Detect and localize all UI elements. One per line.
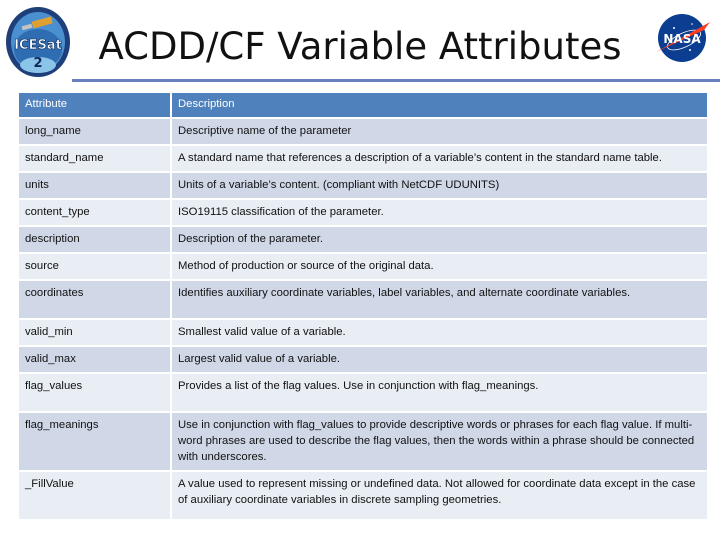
attribute-cell: long_name <box>17 117 172 146</box>
table-row: description Description of the parameter… <box>17 225 709 254</box>
svg-text:2: 2 <box>33 56 42 71</box>
title-divider <box>72 79 720 82</box>
table-row: standard_name A standard name that refer… <box>17 144 709 173</box>
description-cell: Smallest valid value of a variable. <box>170 318 709 347</box>
icesat2-logo: ICESat 2 <box>6 7 70 77</box>
table-header-row: Attribute Description <box>17 91 709 119</box>
attribute-cell: valid_max <box>17 345 172 374</box>
table-row: flag_values Provides a list of the flag … <box>17 372 709 413</box>
table-row: content_type ISO19115 classification of … <box>17 198 709 227</box>
description-cell: A value used to represent missing or und… <box>170 470 709 521</box>
table-row: flag_meanings Use in conjunction with fl… <box>17 411 709 472</box>
svg-text:ICESat: ICESat <box>14 38 62 53</box>
table-row: units Units of a variable’s content. (co… <box>17 171 709 200</box>
attribute-cell: units <box>17 171 172 200</box>
description-cell: Provides a list of the flag values. Use … <box>170 372 709 413</box>
description-cell: Description of the parameter. <box>170 225 709 254</box>
svg-text:NASA: NASA <box>663 32 701 46</box>
description-cell: A standard name that references a descri… <box>170 144 709 173</box>
table-row: valid_max Largest valid value of a varia… <box>17 345 709 374</box>
description-cell: Identifies auxiliary coordinate variable… <box>170 279 709 320</box>
description-cell: Descriptive name of the parameter <box>170 117 709 146</box>
attribute-cell: description <box>17 225 172 254</box>
attribute-cell: source <box>17 252 172 281</box>
description-cell: Largest valid value of a variable. <box>170 345 709 374</box>
slide-title: ACDD/CF Variable Attributes <box>98 25 622 68</box>
description-cell: Method of production or source of the or… <box>170 252 709 281</box>
description-cell: Use in conjunction with flag_values to p… <box>170 411 709 472</box>
description-cell: ISO19115 classification of the parameter… <box>170 198 709 227</box>
attribute-cell: flag_meanings <box>17 411 172 472</box>
attribute-cell: coordinates <box>17 279 172 320</box>
header-description: Description <box>170 91 709 119</box>
attribute-cell: valid_min <box>17 318 172 347</box>
attribute-cell: flag_values <box>17 372 172 413</box>
table-row: source Method of production or source of… <box>17 252 709 281</box>
nasa-logo: NASA <box>656 14 710 62</box>
attribute-cell: standard_name <box>17 144 172 173</box>
header-attribute: Attribute <box>17 91 172 119</box>
table-row: long_name Descriptive name of the parame… <box>17 117 709 146</box>
attribute-cell: _FillValue <box>17 470 172 521</box>
table-row: _FillValue A value used to represent mis… <box>17 470 709 521</box>
table-row: coordinates Identifies auxiliary coordin… <box>17 279 709 320</box>
attributes-table: Attribute Description long_name Descript… <box>17 91 709 521</box>
attribute-cell: content_type <box>17 198 172 227</box>
description-cell: Units of a variable’s content. (complian… <box>170 171 709 200</box>
table-row: valid_min Smallest valid value of a vari… <box>17 318 709 347</box>
